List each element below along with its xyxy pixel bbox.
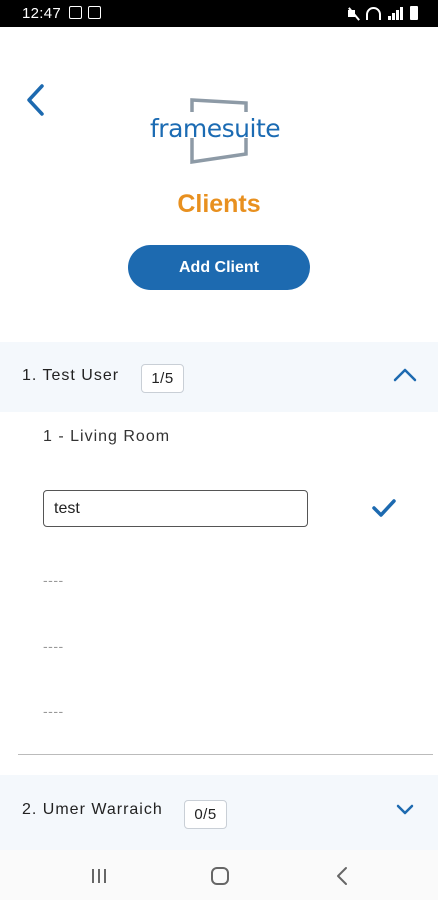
status-bar: 12:47 — [0, 0, 438, 27]
client-name: 1. Test User — [22, 367, 120, 384]
page-title: Clients — [177, 190, 261, 218]
client-header-2[interactable]: 2. Umer Warraich 0/5 — [0, 775, 438, 850]
status-right-icons — [347, 6, 418, 20]
window-item[interactable]: ---- — [43, 703, 64, 719]
notification-icon — [88, 6, 101, 19]
chevron-up-icon[interactable] — [392, 362, 418, 388]
back-icon[interactable] — [330, 864, 356, 888]
system-nav-bar — [0, 850, 438, 900]
chevron-down-icon[interactable] — [392, 797, 418, 823]
client-name: 2. Umer Warraich — [22, 801, 163, 818]
add-client-button[interactable]: Add Client — [128, 245, 310, 290]
logo-text: framesuite — [150, 114, 281, 143]
check-icon[interactable] — [372, 498, 396, 518]
chevron-left-icon — [27, 84, 44, 116]
mute-icon — [347, 7, 359, 20]
status-time: 12:47 — [22, 5, 62, 22]
recent-apps-icon[interactable] — [86, 864, 112, 888]
client-header-1[interactable]: 1. Test User 1/5 — [0, 342, 438, 412]
room-label: 1 - Living Room — [43, 428, 171, 445]
battery-icon — [410, 6, 418, 20]
divider — [18, 754, 433, 755]
window-item[interactable]: ---- — [43, 638, 64, 654]
wifi-icon — [366, 7, 381, 20]
gallery-icon — [69, 6, 82, 19]
count-badge: 1/5 — [141, 364, 184, 393]
back-button[interactable] — [22, 80, 56, 120]
signal-icon — [388, 7, 403, 20]
home-icon[interactable] — [207, 864, 233, 888]
framesuite-logo: framesuite — [150, 98, 290, 166]
window-item[interactable]: ---- — [43, 572, 64, 588]
room-name-input[interactable]: test — [43, 490, 308, 527]
count-badge: 0/5 — [184, 800, 227, 829]
status-left-icons — [69, 6, 101, 19]
